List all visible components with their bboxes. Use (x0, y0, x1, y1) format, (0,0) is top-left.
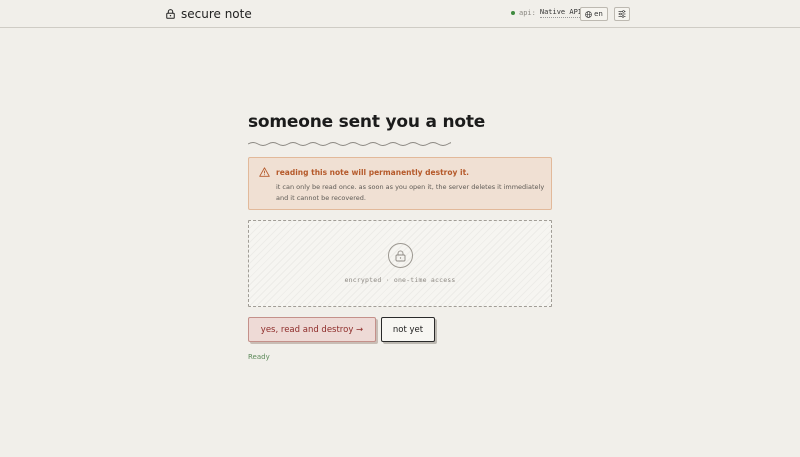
lock-badge (388, 243, 413, 268)
language-label: en (594, 10, 603, 18)
sliders-icon (618, 10, 626, 18)
destroy-warning: reading this note will permanently destr… (248, 157, 552, 210)
page-title: someone sent you a note (248, 112, 486, 132)
encrypted-caption: encrypted · one-time access (344, 276, 456, 284)
lock-icon (395, 249, 406, 261)
brand[interactable]: secure note (166, 7, 252, 21)
top-bar: secure note api: Native API en (0, 0, 800, 28)
not-yet-button[interactable]: not yet (381, 317, 435, 342)
lock-icon (166, 9, 175, 19)
warning-triangle-icon (259, 167, 270, 177)
warning-body: it can only be read once. as soon as you… (276, 183, 545, 202)
squiggle-divider (248, 142, 451, 146)
globe-icon (585, 10, 592, 18)
settings-button[interactable] (614, 7, 630, 21)
language-button[interactable]: en (580, 7, 608, 21)
api-status: api: Native API (511, 8, 583, 18)
encrypted-note-placeholder: encrypted · one-time access (248, 220, 552, 307)
warning-heading: reading this note will permanently destr… (276, 168, 470, 177)
read-and-destroy-button[interactable]: yes, read and destroy → (248, 317, 376, 342)
brand-name: secure note (181, 7, 252, 21)
status-text: Ready (248, 353, 270, 361)
status-dot-icon (511, 11, 515, 15)
api-label: api: (519, 9, 536, 17)
api-value[interactable]: Native API (539, 8, 583, 18)
